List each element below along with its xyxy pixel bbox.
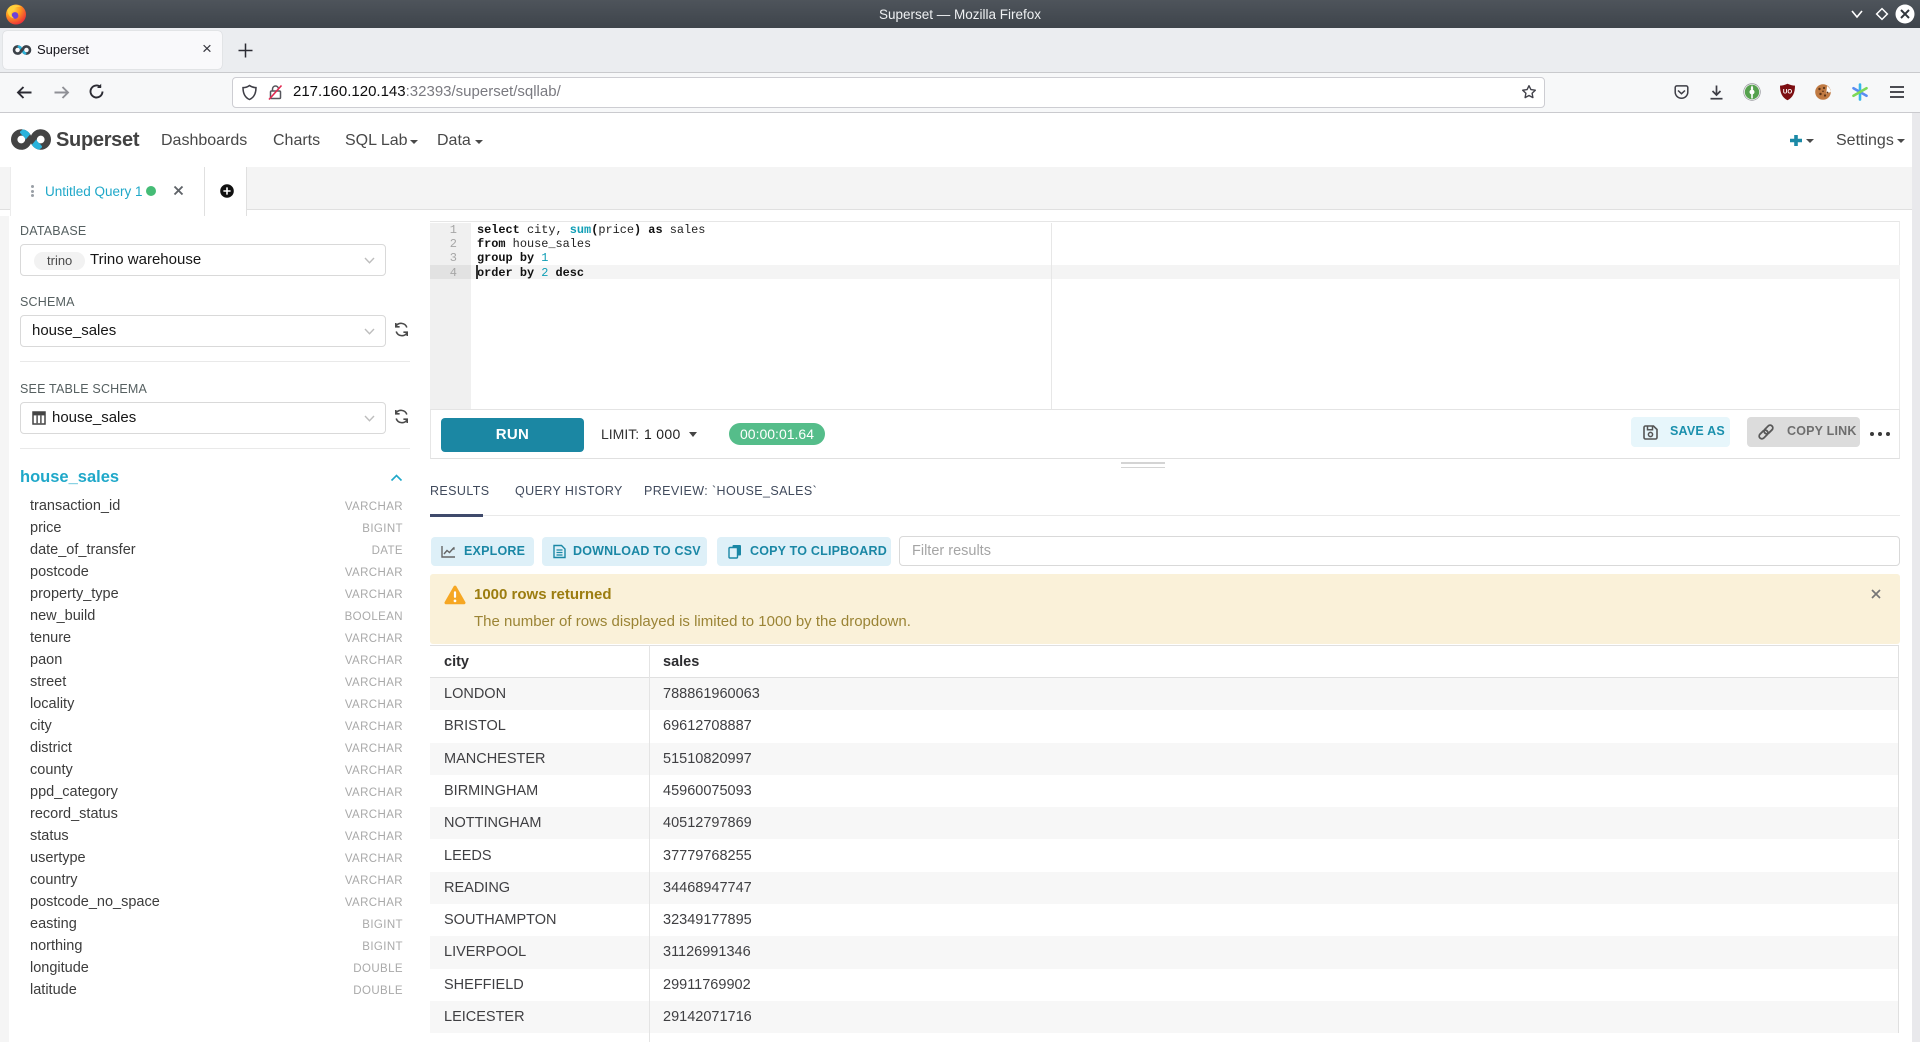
svg-text:UO: UO [1783,89,1792,96]
